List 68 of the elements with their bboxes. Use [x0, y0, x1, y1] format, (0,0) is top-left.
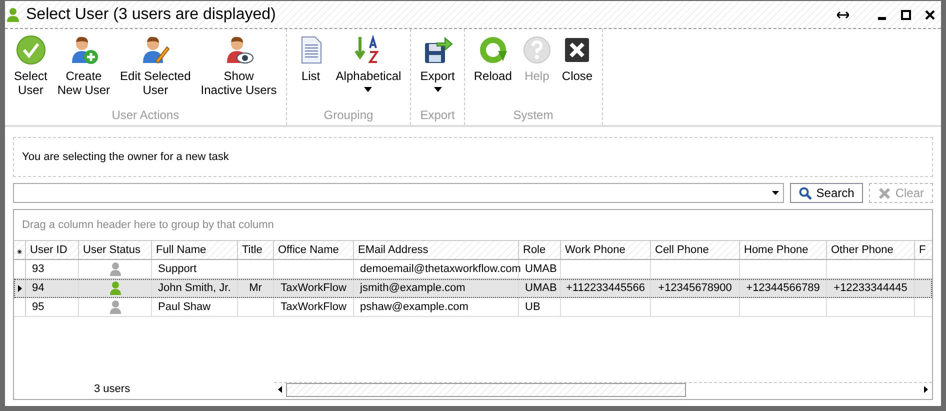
scroll-right-icon[interactable] [924, 386, 928, 393]
table-cell: UMAB [525, 282, 557, 294]
toolbar-button[interactable]: Edit Selected User [115, 29, 196, 108]
table-cell: +12344566789 [746, 282, 820, 294]
checkmark-icon [16, 35, 46, 65]
clear-icon [878, 186, 892, 200]
table-cell: pshaw@example.com [360, 301, 468, 313]
column-header[interactable]: Cell Phone [651, 241, 740, 259]
table-cell: Paul Shaw [158, 301, 211, 313]
toolbar-button[interactable]: Create New User [52, 29, 116, 108]
user-pencil-icon [140, 35, 170, 65]
search-icon [799, 186, 812, 200]
toolbar-button[interactable]: Close [556, 29, 598, 108]
column-header[interactable]: F [915, 241, 932, 259]
table-cell: 95 [32, 301, 44, 313]
toolbar-button[interactable]: Select User [9, 29, 52, 108]
table-cell: +112233445566 [566, 282, 646, 294]
table-cell: demoemail@thetaxworkflow.com [360, 263, 521, 275]
table-cell: +12345678900 [658, 282, 732, 294]
column-header[interactable]: EMail Address [354, 241, 519, 259]
row-indicator-header: ⁕ [14, 241, 26, 259]
table-cell: jsmith@example.com [360, 282, 466, 294]
table-cell: Mr [249, 282, 262, 294]
maximize-icon[interactable] [901, 10, 911, 20]
column-header[interactable]: Home Phone [740, 241, 827, 259]
table-cell: Support [158, 263, 197, 275]
message-text: You are selecting the owner for a new task [22, 151, 229, 163]
table-cell: 94 [32, 282, 44, 294]
table-cell: 93 [32, 263, 44, 275]
column-header[interactable]: Work Phone [561, 241, 651, 259]
help-icon [522, 35, 552, 65]
table-cell: UB [525, 301, 540, 313]
column-header[interactable]: Full Name [152, 241, 238, 259]
toolbar-button[interactable]: List [290, 29, 331, 108]
column-header[interactable]: Role [519, 241, 561, 259]
column-header[interactable]: User Status [79, 241, 152, 259]
group-label: Export [420, 108, 455, 122]
group-label: User Actions [112, 108, 180, 122]
scroll-left-icon[interactable] [278, 386, 282, 393]
resize-icon[interactable] [837, 10, 849, 18]
group-label: System [513, 108, 554, 122]
table-cell: +12233344445 [834, 282, 908, 294]
table-row[interactable]: 95 Paul Shaw TaxWorkFlow pshaw@example.com UB [14, 298, 932, 317]
close-icon[interactable] [925, 10, 935, 20]
group-label: Grouping [324, 108, 374, 122]
current-row-icon [18, 284, 22, 292]
save-export-icon [422, 35, 453, 65]
toolbar-button[interactable]: Export [415, 29, 460, 108]
window-title: Select User (3 users are displayed) [26, 6, 276, 24]
column-header[interactable]: User ID [26, 241, 79, 259]
user-count: 3 users [93, 383, 132, 395]
table-cell: UMAB [525, 263, 557, 275]
toolbar-button[interactable]: Reload [468, 29, 517, 108]
table-row[interactable]: 94 John Smith, Jr. Mr TaxWorkFlow jsmith@example.com UMAB +112233445566 +12345678900 +12344566789 +12233344445 [14, 279, 932, 298]
table-cell: TaxWorkFlow [280, 301, 346, 313]
column-header[interactable]: Title [238, 241, 274, 259]
reload-icon [478, 35, 508, 65]
dropdown-caret-icon [772, 191, 780, 195]
table-cell: TaxWorkFlow [280, 282, 346, 294]
column-header[interactable]: Other Phone [827, 241, 915, 259]
group-panel-hint: Drag a column header here to group by that column [22, 219, 274, 231]
toolbar-button[interactable]: Show Inactive Users [196, 29, 282, 108]
column-header[interactable]: Office Name [274, 241, 354, 259]
horizontal-scrollbar[interactable] [274, 382, 932, 396]
search-button[interactable]: Search [790, 183, 864, 203]
table-cell: John Smith, Jr. [158, 282, 231, 294]
user-icon [6, 6, 20, 22]
toolbar-button[interactable]: Alphabetical [330, 29, 406, 108]
